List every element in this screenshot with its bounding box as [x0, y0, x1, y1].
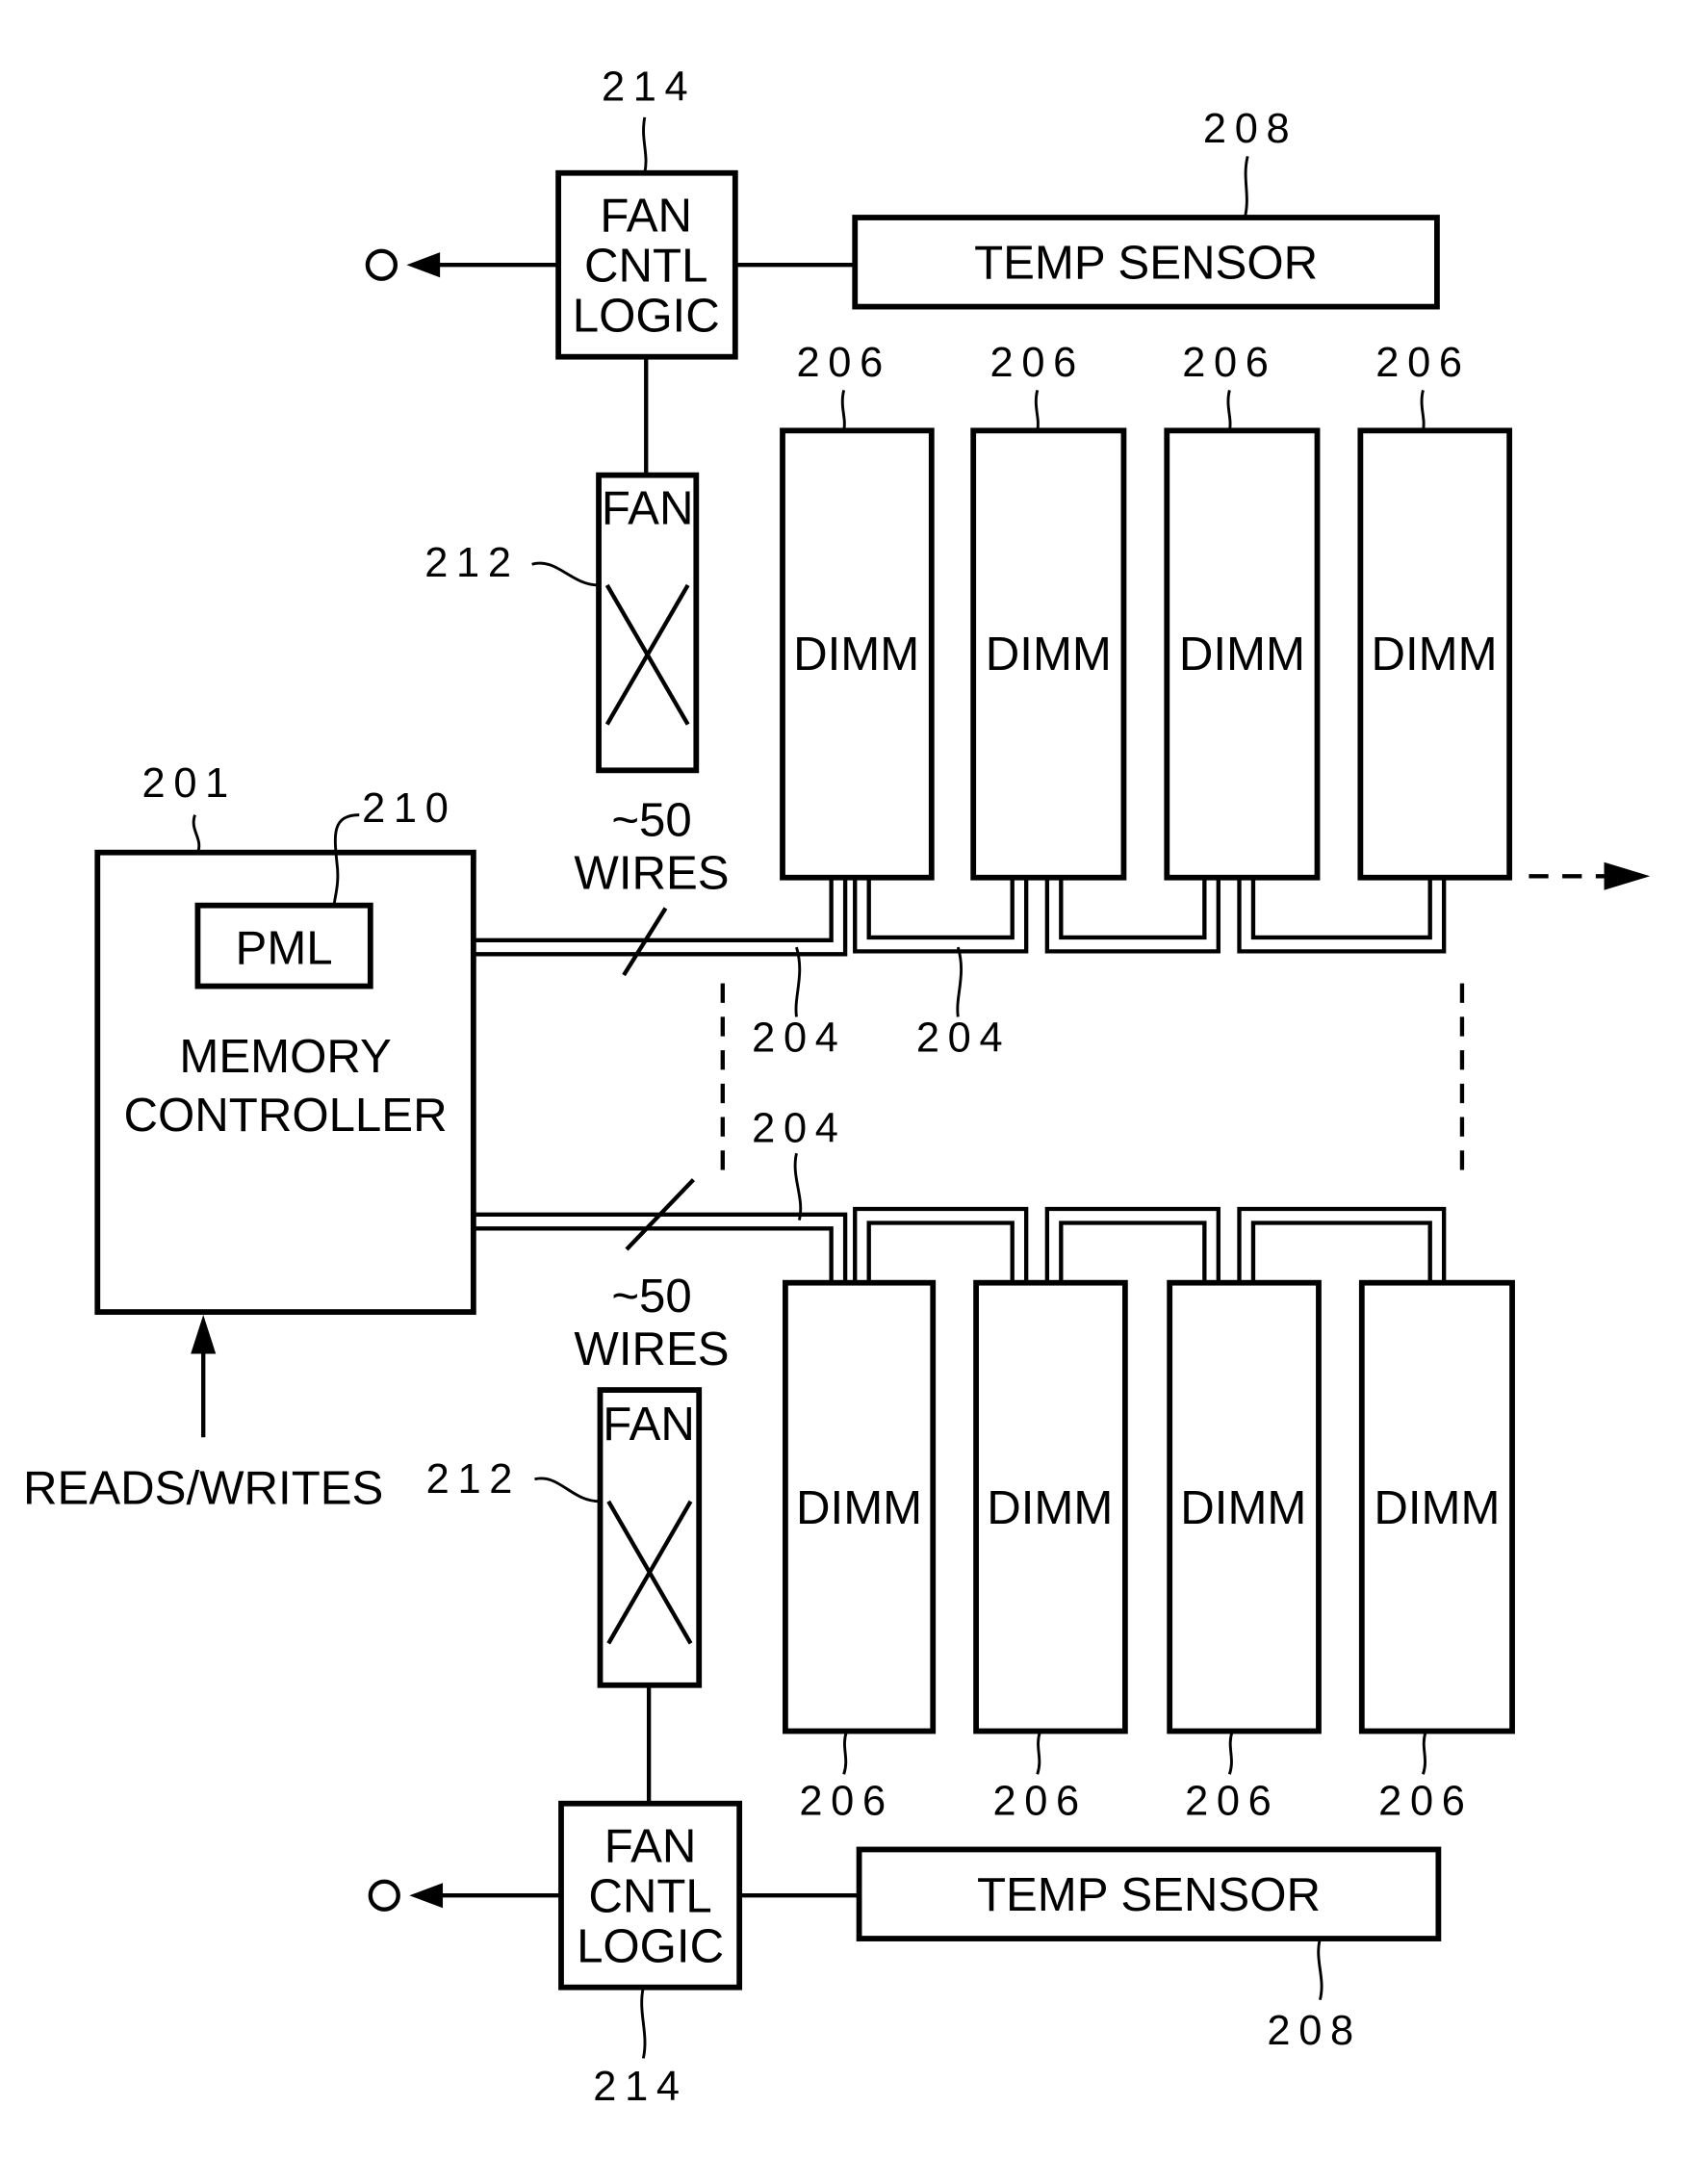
- leader-204: [794, 946, 802, 1017]
- temp-sensor-top-label: TEMP SENSOR: [974, 237, 1318, 290]
- arrowhead-icon: [191, 1314, 217, 1354]
- leader-212-bottom: [534, 1477, 601, 1503]
- ref-212-top: 212: [424, 540, 519, 586]
- dimm-label: DIMM: [1179, 628, 1305, 681]
- leader-206: [842, 1731, 848, 1775]
- leader-206: [1227, 1731, 1234, 1775]
- memory-controller-label-1: MEMORY: [179, 1030, 391, 1083]
- output-terminal-icon: [365, 248, 398, 281]
- fan-bottom-label: FAN: [603, 1398, 695, 1451]
- leader-204: [956, 946, 963, 1017]
- fan-cntl-bottom-line3: LOGIC: [577, 1920, 724, 1973]
- ref-206: 206: [1375, 340, 1470, 386]
- fan-top-label: FAN: [602, 481, 694, 534]
- reads-writes-label: READS/WRITES: [23, 1462, 383, 1515]
- bus-bottom-wires-count: ~50: [611, 1270, 691, 1323]
- leader-208-top: [1243, 156, 1249, 218]
- leader-201: [192, 814, 201, 854]
- ref-206: 206: [796, 340, 890, 386]
- ref-208-bottom: 208: [1267, 2008, 1361, 2054]
- bus-bottom: [473, 1178, 1447, 1283]
- dimm-row-top: 206 206 206 206 DIMM DIMM DIMM DIMM: [780, 340, 1513, 881]
- arrowhead-icon: [1604, 861, 1651, 890]
- leader-206: [1036, 1731, 1042, 1775]
- ref-206: 206: [1378, 1778, 1473, 1824]
- leader-206: [1422, 1731, 1427, 1775]
- arrowhead-icon: [406, 252, 441, 278]
- temp-sensor-bottom-label: TEMP SENSOR: [977, 1868, 1321, 1921]
- ref-201: 201: [142, 760, 237, 807]
- dimm-label: DIMM: [1180, 1481, 1306, 1534]
- dimm-label: DIMM: [1374, 1481, 1500, 1534]
- ref-204: 204: [916, 1015, 1011, 1062]
- fan-cntl-top-line1: FAN: [600, 189, 692, 242]
- leader-204: [793, 1152, 803, 1220]
- memory-controller-label-2: CONTROLLER: [124, 1089, 448, 1142]
- dimm-label: DIMM: [796, 1481, 922, 1534]
- fan-cntl-bottom-line1: FAN: [604, 1819, 697, 1872]
- dimm-label: DIMM: [987, 1481, 1113, 1534]
- leader-206: [840, 390, 846, 431]
- output-terminal-icon: [368, 1879, 400, 1912]
- dimm-label: DIMM: [1371, 628, 1497, 681]
- ref-206: 206: [990, 340, 1085, 386]
- leader-206: [1034, 390, 1040, 431]
- ref-204: 204: [752, 1015, 846, 1062]
- bus-top-wires-count: ~50: [611, 793, 691, 846]
- ref-210: 210: [362, 785, 456, 832]
- leader-214-bottom: [640, 1987, 647, 2059]
- leader-208-bottom: [1317, 1938, 1323, 2001]
- ref-206: 206: [1182, 340, 1276, 386]
- fan-cntl-top-line2: CNTL: [584, 240, 707, 293]
- leader-206: [1226, 390, 1232, 431]
- leader-206: [1420, 390, 1426, 431]
- leader-212-top: [531, 561, 600, 587]
- ref-214-top: 214: [602, 64, 696, 110]
- arrowhead-icon: [409, 1883, 444, 1909]
- fan-cntl-bottom-line2: CNTL: [588, 1870, 711, 1923]
- bus-top-wires-label: WIRES: [574, 846, 729, 899]
- bus-bottom-wires-label: WIRES: [574, 1323, 729, 1375]
- ref-214-bottom: 214: [593, 2064, 687, 2110]
- dimm-label: DIMM: [793, 628, 919, 681]
- ref-204: 204: [752, 1106, 846, 1152]
- ref-212-bottom: 212: [426, 1456, 521, 1503]
- pml-label: PML: [236, 921, 333, 974]
- memory-system-diagram: 214 FAN CNTL LOGIC 208 TEMP SENSOR FAN 2…: [23, 64, 1651, 2110]
- ref-206: 206: [1185, 1778, 1279, 1824]
- dimm-row-bottom: DIMM DIMM DIMM DIMM 206 206 206 206: [783, 1279, 1515, 1824]
- dimm-label: DIMM: [986, 628, 1112, 681]
- ref-206: 206: [799, 1778, 893, 1824]
- fan-cntl-top-line3: LOGIC: [573, 290, 720, 343]
- leader-214-top: [642, 116, 648, 174]
- ref-208-top: 208: [1203, 106, 1298, 152]
- ref-206: 206: [992, 1778, 1087, 1824]
